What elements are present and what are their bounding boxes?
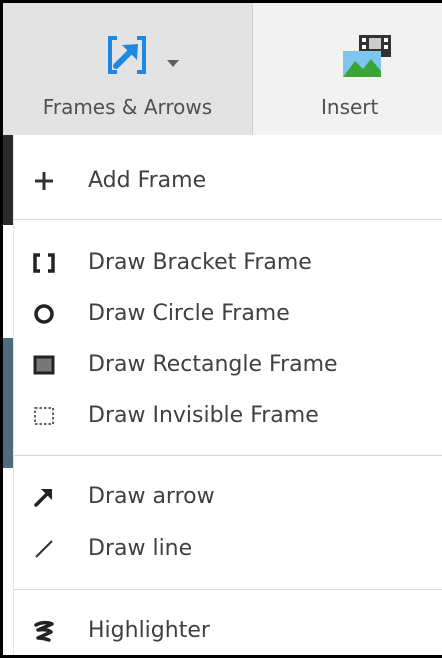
highlighter-label: Highlighter [88,618,210,643]
add-frame-item[interactable]: Add Frame [14,157,442,205]
draw-line-item[interactable]: Draw line [14,525,442,573]
insert-button[interactable]: Insert [253,3,442,135]
draw-rectangle-frame-label: Draw Rectangle Frame [88,352,338,377]
window-frame: Frames & Arrows Insert Add Frame Draw Br… [0,0,442,658]
draw-invisible-frame-label: Draw Invisible Frame [88,403,319,428]
line-icon [32,537,56,561]
toolbar: Frames & Arrows Insert [3,3,442,136]
frames-arrows-label: Frames & Arrows [42,95,213,119]
add-frame-label: Add Frame [88,168,207,193]
background-app-edge [3,338,13,468]
draw-invisible-frame-item[interactable]: Draw Invisible Frame [14,392,442,440]
highlighter-icon [32,619,56,643]
arrow-icon [32,485,56,509]
highlighter-item[interactable]: Highlighter [14,607,442,655]
frames-arrows-menu: Add Frame Draw Bracket Frame Draw Circle… [13,135,442,655]
invisible-frame-icon [32,404,56,428]
rectangle-frame-icon [32,353,56,377]
chevron-down-icon [167,53,179,72]
bracket-frame-icon [32,251,56,275]
insert-label: Insert [321,95,379,119]
draw-bracket-frame-label: Draw Bracket Frame [88,250,312,275]
frames-arrows-icon [107,35,147,79]
menu-divider [14,589,442,590]
draw-line-label: Draw line [88,536,193,561]
insert-image-icon [343,35,393,83]
plus-icon [32,169,56,193]
menu-divider [14,455,442,456]
draw-circle-frame-label: Draw Circle Frame [88,301,290,326]
draw-arrow-item[interactable]: Draw arrow [14,473,442,521]
circle-frame-icon [32,302,56,326]
draw-arrow-label: Draw arrow [88,484,215,509]
draw-rectangle-frame-item[interactable]: Draw Rectangle Frame [14,341,442,389]
menu-divider [14,219,442,220]
draw-bracket-frame-item[interactable]: Draw Bracket Frame [14,239,442,287]
draw-circle-frame-item[interactable]: Draw Circle Frame [14,290,442,338]
background-app-edge [3,135,13,225]
frames-arrows-button[interactable]: Frames & Arrows [3,3,253,135]
